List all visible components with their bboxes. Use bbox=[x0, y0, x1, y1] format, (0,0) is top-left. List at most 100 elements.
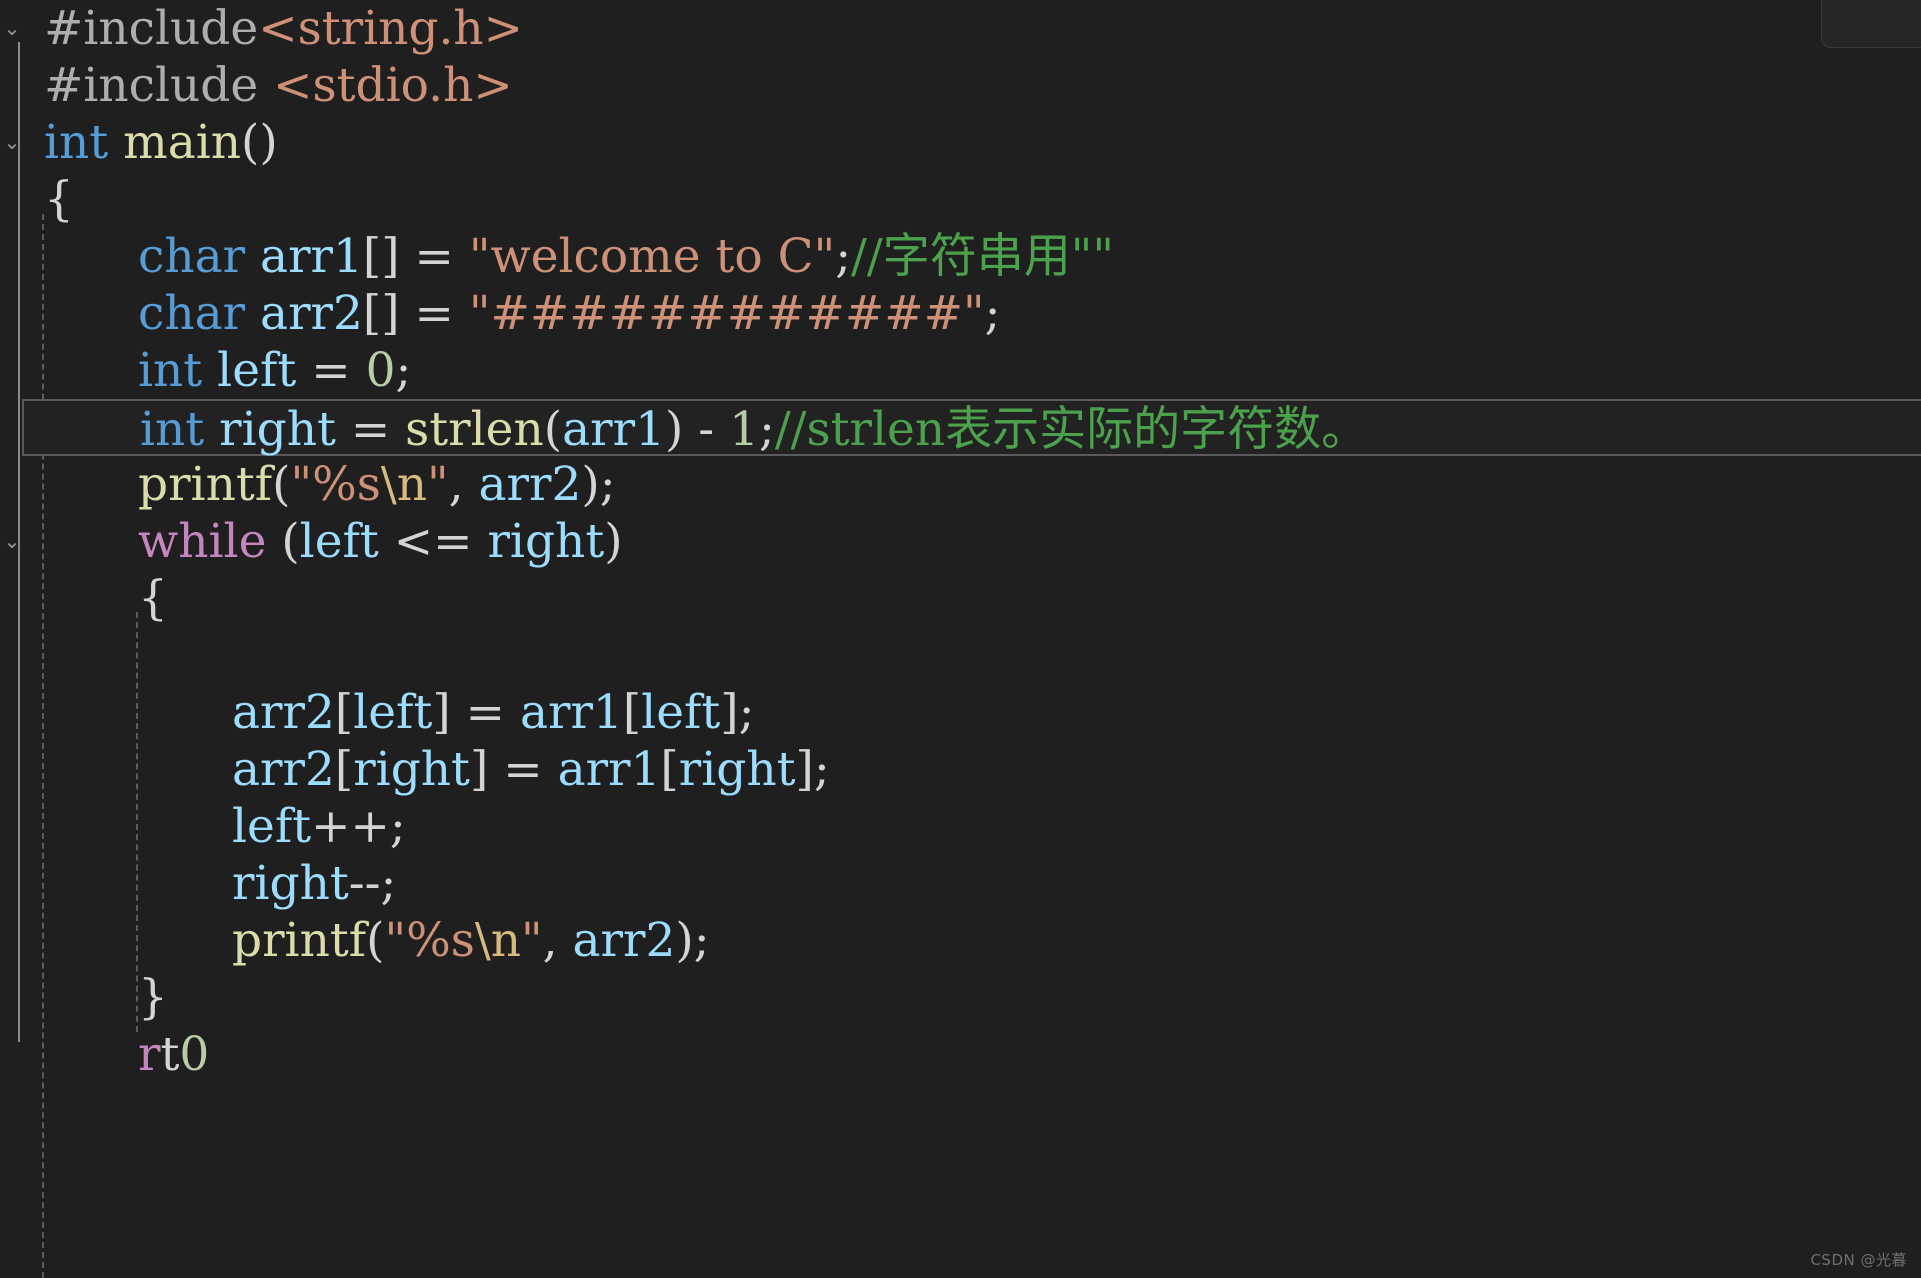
token-cmt: //strlen表示实际的字符数。 bbox=[774, 402, 1369, 457]
token-punc: ; bbox=[984, 286, 1001, 341]
code-line[interactable]: } bbox=[0, 969, 1921, 1026]
token-punc: { bbox=[44, 172, 74, 227]
token-punc: ; bbox=[835, 229, 852, 284]
code-content[interactable]: ⌄ #include<string.h> #include <stdio.h> ⌄ in… bbox=[0, 0, 1921, 1083]
code-line-text: int main() bbox=[22, 115, 278, 170]
token-ident: arr2 bbox=[232, 685, 335, 740]
code-editor[interactable]: ⌄ #include<string.h> #include <stdio.h> ⌄ in… bbox=[0, 0, 1921, 1278]
token-punc: [ bbox=[334, 742, 354, 797]
code-line-text: } bbox=[22, 970, 168, 1025]
chevron-down-icon[interactable]: ⌄ bbox=[2, 0, 22, 57]
code-line[interactable]: { bbox=[0, 570, 1921, 627]
code-line[interactable]: ⌄ int main() bbox=[0, 114, 1921, 171]
token-esc: \n bbox=[380, 457, 427, 512]
code-line[interactable]: arr2[right] = arr1[right]; bbox=[0, 741, 1921, 798]
code-line[interactable]: rt0 bbox=[0, 1026, 1921, 1083]
token-kw: int bbox=[140, 402, 205, 457]
token-punc: ); bbox=[675, 913, 710, 968]
code-line-text: rt0 bbox=[22, 1027, 209, 1082]
chevron-down-icon[interactable]: ⌄ bbox=[2, 114, 22, 171]
token-str: " bbox=[521, 913, 543, 968]
token-fn: main bbox=[123, 115, 242, 170]
code-line[interactable]: ⌄ #include<string.h> bbox=[0, 0, 1921, 57]
chevron-down-icon[interactable]: ⌄ bbox=[2, 513, 22, 570]
token-ident: right bbox=[219, 402, 336, 457]
token-str: " bbox=[427, 457, 449, 512]
code-line[interactable]: { bbox=[0, 171, 1921, 228]
token-kw: char bbox=[138, 229, 246, 284]
token-punc: ]; bbox=[720, 685, 755, 740]
code-line-text: printf("%s\n", arr2); bbox=[22, 913, 710, 968]
token-punc bbox=[202, 343, 217, 398]
token-pre: #include bbox=[44, 58, 274, 113]
token-kw2: r bbox=[138, 1027, 161, 1082]
token-punc: [ bbox=[622, 685, 642, 740]
token-punc bbox=[108, 115, 123, 170]
token-punc: ( bbox=[366, 913, 385, 968]
token-punc: () bbox=[241, 115, 278, 170]
token-ident: arr2 bbox=[232, 742, 335, 797]
token-ident: arr2 bbox=[260, 286, 363, 341]
token-ident: right bbox=[232, 856, 349, 911]
code-line[interactable]: printf("%s\n", arr2); bbox=[0, 912, 1921, 969]
token-fn: printf bbox=[232, 913, 367, 968]
code-line-text: char arr1[] = "welcome to C";//字符串用"" bbox=[22, 229, 1114, 284]
token-punc: { bbox=[138, 571, 168, 626]
token-str: "welcome to C" bbox=[468, 229, 836, 284]
token-punc: [] = bbox=[362, 229, 469, 284]
token-punc bbox=[204, 402, 219, 457]
token-punc: } bbox=[138, 970, 168, 1025]
token-cmt: //字符串用"" bbox=[851, 229, 1114, 284]
code-line[interactable]: #include <stdio.h> bbox=[0, 57, 1921, 114]
code-line[interactable]: arr2[left] = arr1[left]; bbox=[0, 684, 1921, 741]
code-line-text: { bbox=[22, 571, 168, 626]
token-ident: left bbox=[217, 343, 297, 398]
token-ident: right bbox=[353, 742, 470, 797]
token-punc: [ bbox=[660, 742, 679, 797]
token-str: "############" bbox=[468, 286, 985, 341]
code-line-highlighted[interactable]: int right = strlen(arr1) - 1;//strlen表示实… bbox=[22, 399, 1921, 457]
token-ident: arr2 bbox=[572, 913, 676, 968]
token-punc: ( bbox=[543, 402, 563, 457]
token-punc: ] = bbox=[432, 685, 520, 740]
code-line[interactable] bbox=[0, 627, 1921, 684]
code-line[interactable]: left++; bbox=[0, 798, 1921, 855]
token-punc: t bbox=[160, 1027, 180, 1082]
token-ident: left bbox=[299, 514, 379, 569]
watermark: CSDN @光暮 bbox=[1810, 1251, 1907, 1269]
code-line-text: { bbox=[22, 172, 74, 227]
code-line-text: right--; bbox=[22, 856, 396, 911]
token-punc: ; bbox=[758, 402, 775, 457]
token-punc bbox=[245, 286, 260, 341]
token-num: 1 bbox=[729, 402, 759, 457]
token-punc: ) bbox=[604, 514, 623, 569]
code-line[interactable]: ⌄ while (left <= right) bbox=[0, 513, 1921, 570]
token-ident: arr2 bbox=[478, 457, 582, 512]
token-punc: = bbox=[296, 343, 366, 398]
token-ident: right bbox=[678, 742, 796, 797]
token-num: 0 bbox=[179, 1027, 210, 1082]
token-punc: ++; bbox=[311, 799, 406, 854]
token-punc: ( bbox=[272, 457, 291, 512]
token-ident: left bbox=[641, 685, 721, 740]
token-punc: ); bbox=[581, 457, 616, 512]
token-punc: , bbox=[542, 913, 573, 968]
token-ident: right bbox=[487, 514, 605, 569]
token-punc: = bbox=[335, 402, 406, 457]
token-kw: int bbox=[44, 115, 109, 170]
code-line[interactable]: char arr2[] = "############"; bbox=[0, 285, 1921, 342]
token-punc: ]; bbox=[795, 742, 830, 797]
code-line[interactable]: char arr1[] = "welcome to C";//字符串用"" bbox=[0, 228, 1921, 285]
code-line-text: while (left <= right) bbox=[22, 514, 623, 569]
token-punc: --; bbox=[348, 856, 397, 911]
token-pre: #include bbox=[44, 1, 259, 56]
token-punc bbox=[245, 229, 260, 284]
token-punc: ] = bbox=[469, 742, 558, 797]
token-fn: printf bbox=[138, 457, 273, 512]
code-line-text: int right = strlen(arr1) - 1;//strlen表示实… bbox=[24, 402, 1368, 457]
code-line[interactable]: int left = 0; bbox=[0, 342, 1921, 399]
code-line[interactable]: right--; bbox=[0, 855, 1921, 912]
token-str: "%s bbox=[290, 457, 381, 512]
code-line[interactable]: printf("%s\n", arr2); bbox=[0, 456, 1921, 513]
